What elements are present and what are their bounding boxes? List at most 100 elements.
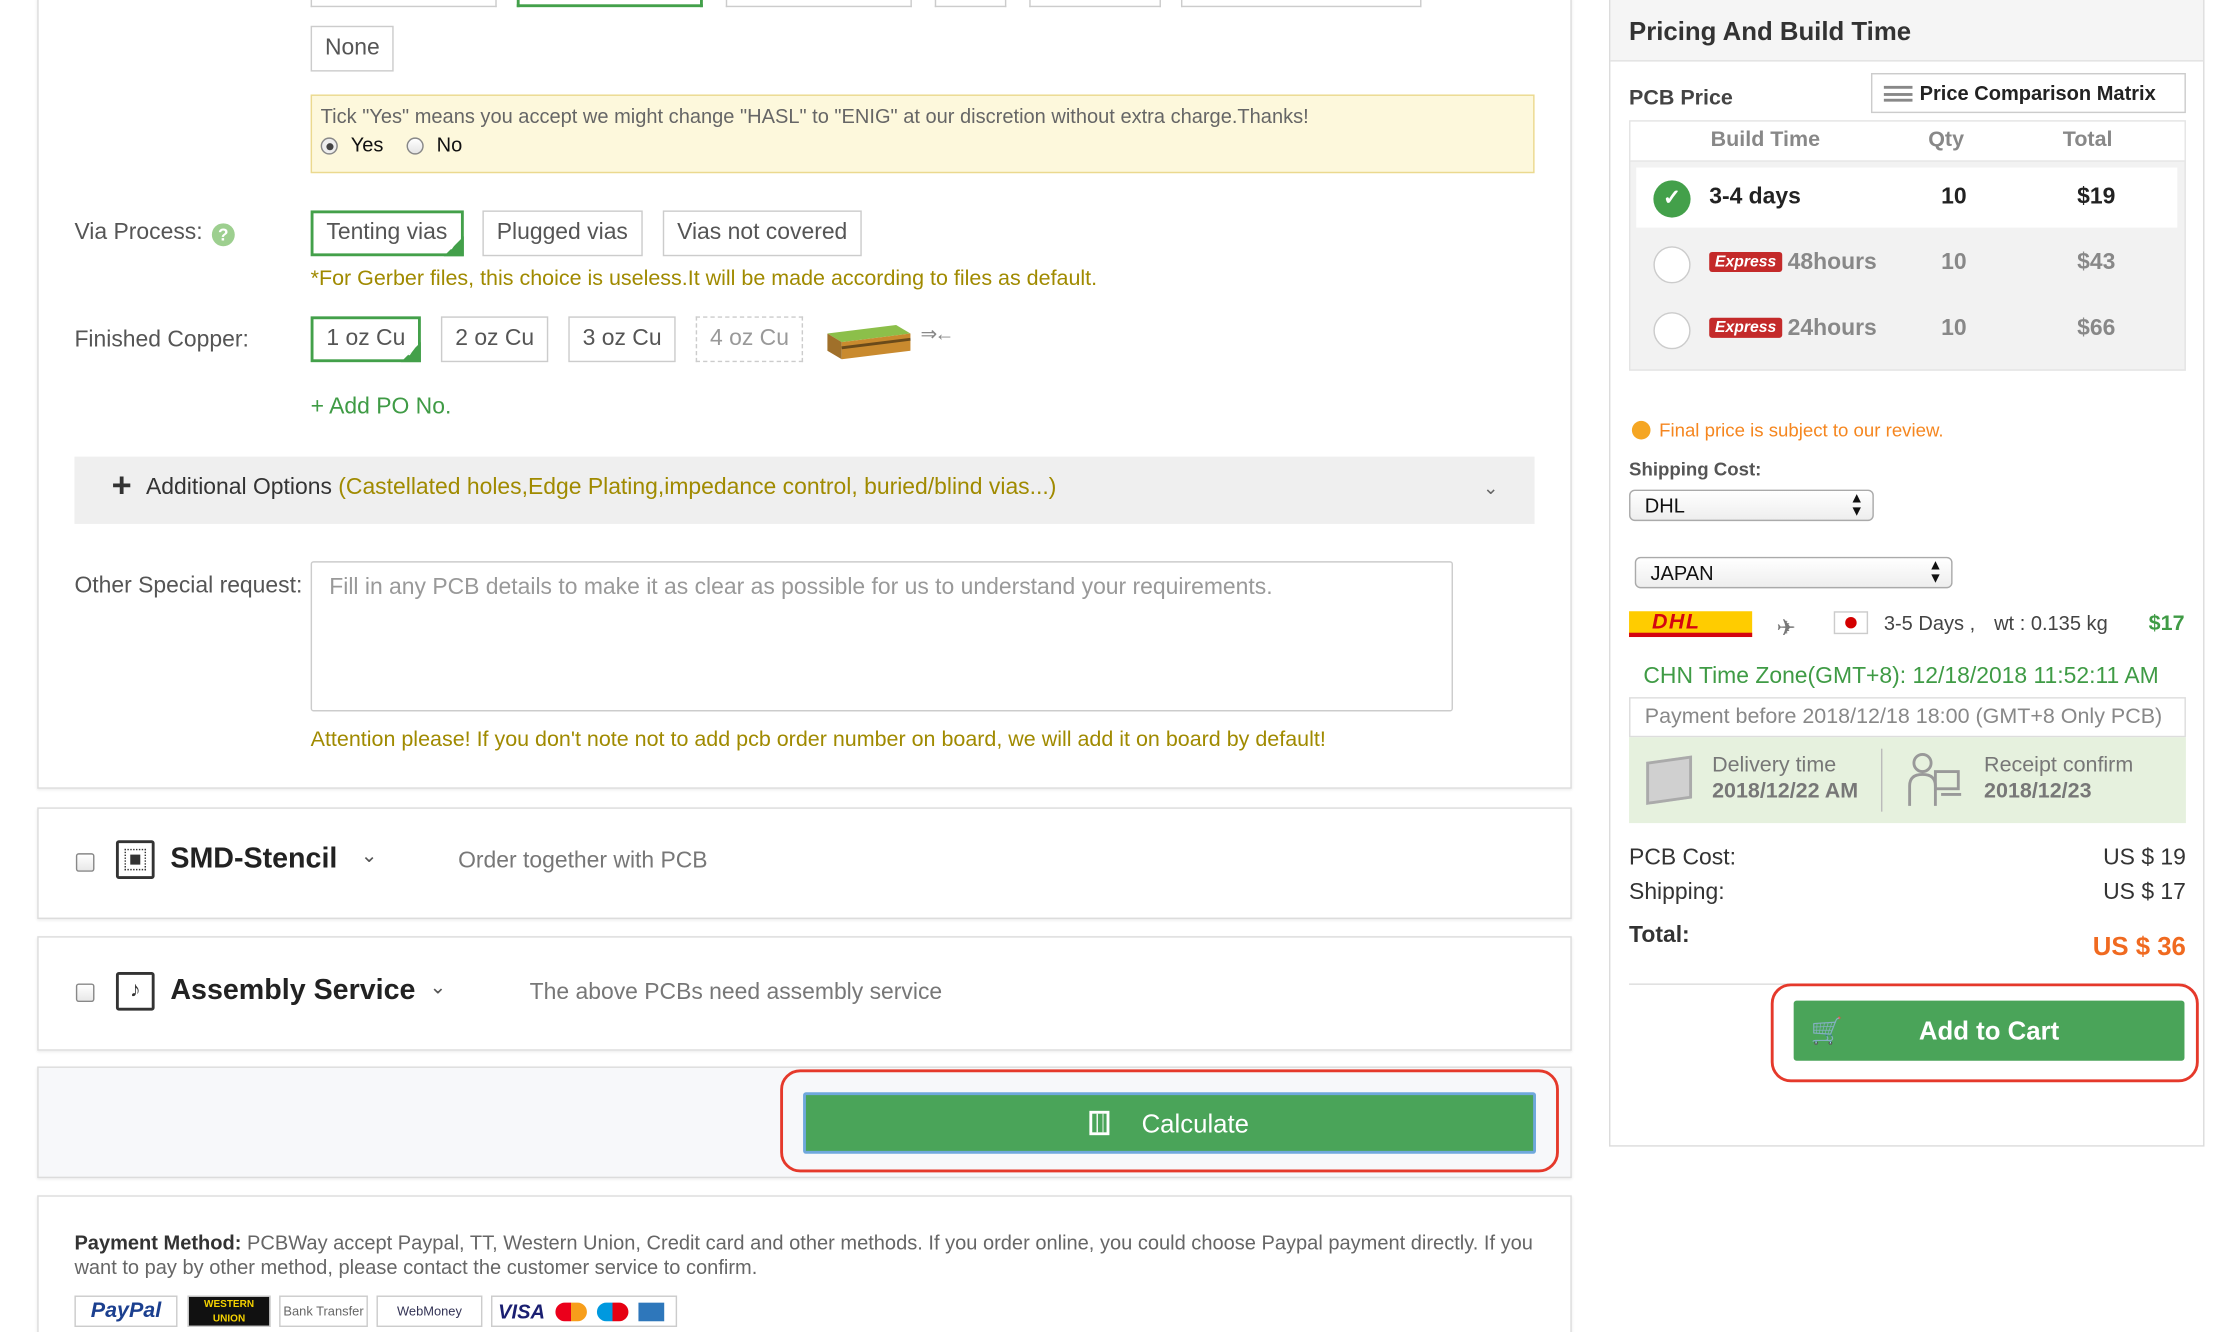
calculator-icon xyxy=(1090,1110,1111,1136)
select-arrows-icon: ▲ ▼ xyxy=(1928,558,1943,587)
special-request-placeholder: Fill in any PCB details to make it as cl… xyxy=(329,575,1273,600)
copper-1oz-option[interactable]: 1 oz Cu ✓ xyxy=(310,316,422,363)
row-time: 3-4 days xyxy=(1709,184,1801,209)
western-union-logo: WESTERN UNION xyxy=(187,1295,271,1328)
via-tenting-label: Tenting vias xyxy=(326,220,448,245)
delivery-date: 2018/12/22 AM xyxy=(1712,778,1859,804)
help-icon[interactable]: ? xyxy=(211,223,235,247)
none-option[interactable]: None xyxy=(310,25,395,72)
additional-options-label: Additional Options (Castellated holes,Ed… xyxy=(146,475,1056,501)
pcb-options-panel: None Tick "Yes" means you accept we migh… xyxy=(37,0,1572,789)
copper-2oz-option[interactable]: 2 oz Cu xyxy=(440,316,549,363)
check-circle-icon: ✓ xyxy=(1653,180,1691,218)
no-radio[interactable] xyxy=(406,137,424,155)
receipt-date: 2018/12/23 xyxy=(1984,778,2092,804)
payment-description: PCBWay accept Paypal, TT, Western Union,… xyxy=(74,1231,1533,1279)
special-request-textarea[interactable]: Fill in any PCB details to make it as cl… xyxy=(310,561,1453,712)
assembly-service-checkbox[interactable] xyxy=(75,983,95,1003)
header-qty: Qty xyxy=(1928,127,1965,152)
row-qty: 10 xyxy=(1941,250,1967,275)
total-label: Total: xyxy=(1629,923,1690,948)
delivery-label: Delivery time xyxy=(1712,752,1837,778)
amex-icon xyxy=(638,1302,665,1322)
price-table: Build Time Qty Total ✓ 3-4 days 10 $19 E… xyxy=(1629,120,2186,371)
price-comparison-button[interactable]: Price Comparison Matrix xyxy=(1870,73,2186,114)
express-badge: Express xyxy=(1709,317,1782,338)
option-stub[interactable] xyxy=(725,0,912,8)
option-stub[interactable] xyxy=(310,0,497,8)
via-tenting-option[interactable]: Tenting vias ✓ xyxy=(310,210,464,257)
divider xyxy=(1880,748,1883,812)
add-po-link[interactable]: + Add PO No. xyxy=(311,395,452,421)
price-row-24h[interactable]: Express 24hours 10 $66 xyxy=(1636,302,2177,362)
sidebar-header: Pricing And Build Time xyxy=(1610,0,2204,62)
assembly-service-panel: ♪ Assembly Service ⌄ The above PCBs need… xyxy=(37,936,1572,1051)
list-icon xyxy=(1883,85,1913,102)
assembly-icon: ♪ xyxy=(115,971,155,1011)
header-build-time: Build Time xyxy=(1710,127,1821,152)
via-process-text: Via Process: xyxy=(74,220,203,245)
lightbulb-icon xyxy=(1631,420,1651,440)
smd-stencil-panel: SMD-Stencil ⌄ Order together with PCB xyxy=(37,807,1572,920)
calculate-button[interactable]: Calculate xyxy=(803,1092,1536,1154)
option-stub[interactable] xyxy=(1180,0,1422,8)
smd-stencil-title[interactable]: SMD-Stencil xyxy=(170,843,337,876)
payment-text: Payment Method: PCBWay accept Paypal, TT… xyxy=(74,1231,1534,1280)
finished-copper-label: Finished Copper: xyxy=(74,327,249,353)
price-row-48h[interactable]: Express 48hours 10 $43 xyxy=(1636,236,2177,296)
via-plugged-option[interactable]: Plugged vias xyxy=(482,210,643,257)
copper-1oz-label: 1 oz Cu xyxy=(326,326,406,351)
webmoney-logo: WebMoney xyxy=(376,1295,483,1328)
assembly-service-title[interactable]: Assembly Service xyxy=(170,975,415,1008)
row-time-text: 24hours xyxy=(1787,316,1877,341)
price-comparison-label: Price Comparison Matrix xyxy=(1919,81,2156,105)
via-not-covered-option[interactable]: Vias not covered xyxy=(662,210,862,257)
enig-notice-text: Tick "Yes" means you accept we might cha… xyxy=(320,104,1309,128)
enig-notice: Tick "Yes" means you accept we might cha… xyxy=(310,94,1535,174)
radio-24h[interactable] xyxy=(1653,312,1691,350)
sidebar-title: Pricing And Build Time xyxy=(1629,17,1912,46)
country-select[interactable]: JAPAN ▲ ▼ xyxy=(1634,556,1953,589)
option-stub-selected[interactable] xyxy=(516,0,703,8)
radio-48h[interactable] xyxy=(1653,246,1691,284)
mastercard-icon xyxy=(555,1302,587,1322)
row-total: $66 xyxy=(2077,316,2116,341)
pcb-cost-value: US $ 19 xyxy=(2103,846,2186,871)
option-stub[interactable] xyxy=(1029,0,1161,8)
carrier-select[interactable]: DHL ▲ ▼ xyxy=(1629,489,1874,522)
row-time: Express 48hours xyxy=(1709,251,1877,277)
maestro-icon xyxy=(596,1302,629,1322)
receipt-person-icon xyxy=(1907,752,1964,809)
chevron-down-icon[interactable]: ⌄ xyxy=(361,843,378,867)
special-request-label: Other Special request: xyxy=(74,574,303,599)
country-value: JAPAN xyxy=(1650,561,1714,585)
copper-4oz-option[interactable]: 4 oz Cu xyxy=(695,316,804,363)
final-price-note: Final price is subject to our review. xyxy=(1659,419,1944,441)
select-arrows-icon: ▲ ▼ xyxy=(1849,491,1864,520)
shipping-cost-label: Shipping Cost: xyxy=(1629,458,1762,480)
copper-3oz-option[interactable]: 3 oz Cu xyxy=(568,316,676,363)
add-to-cart-button[interactable]: 🛒 Add to Cart xyxy=(1793,1000,2185,1061)
payment-before: Payment before 2018/12/18 18:00 (GMT+8 O… xyxy=(1644,704,2163,729)
additional-options-detail: (Castellated holes,Edge Plating,impedanc… xyxy=(338,475,1057,500)
shipping-price: $17 xyxy=(2148,611,2185,636)
row-total: $19 xyxy=(2077,184,2116,209)
via-process-label: Via Process: xyxy=(74,220,202,246)
yes-radio[interactable] xyxy=(320,137,338,155)
pricing-sidebar: Pricing And Build Time PCB Price Price C… xyxy=(1609,0,2205,1147)
copper-layer-image xyxy=(822,322,914,362)
row-total: $43 xyxy=(2077,250,2116,275)
cards-logo: VISA xyxy=(491,1295,678,1328)
additional-options-bar[interactable]: + Additional Options (Castellated holes,… xyxy=(74,456,1535,524)
option-stub[interactable] xyxy=(934,0,1007,8)
visa-logo: VISA xyxy=(498,1299,545,1323)
stencil-icon xyxy=(115,840,155,879)
receipt-label: Receipt confirm xyxy=(1984,752,2134,778)
price-row-selected[interactable]: ✓ 3-4 days 10 $19 xyxy=(1636,167,2178,228)
chevron-down-icon[interactable]: ⌄ xyxy=(1483,477,1499,500)
chevron-down-icon[interactable]: ⌄ xyxy=(429,975,446,999)
cart-icon: 🛒 xyxy=(1810,1016,1843,1045)
shipping-value: US $ 17 xyxy=(2103,880,2186,905)
smd-stencil-checkbox[interactable] xyxy=(75,853,95,872)
assembly-service-desc: The above PCBs need assembly service xyxy=(529,980,943,1005)
